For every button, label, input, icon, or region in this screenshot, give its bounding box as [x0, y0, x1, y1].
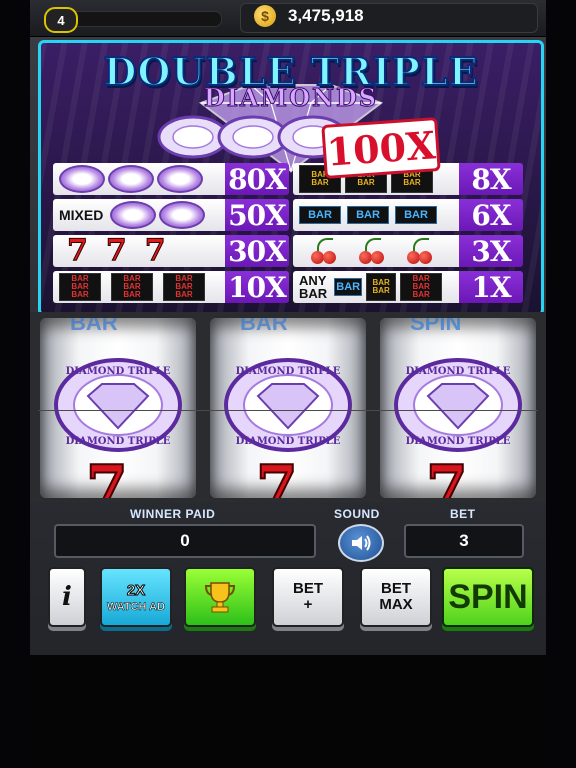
diamond-seal-icon: DIAMOND TRIPLE DIAMOND TRIPLE [224, 358, 352, 452]
coin-icon: $ [254, 5, 276, 27]
seven-icon: 7 [85, 453, 129, 498]
paytable-symbols: 7 7 7 [53, 235, 237, 267]
paytable-row-red-bars: BAR BAR BAR BAR BAR BAR BAR BAR BAR 10X [53, 271, 289, 303]
triple-bar-icon: BAR BAR BAR [163, 273, 205, 301]
winner-paid-display: 0 [54, 524, 316, 558]
paytable-symbols: BAR BAR BAR BAR BAR BAR BAR BAR BAR [53, 271, 229, 303]
bar-icon: BAR [395, 206, 437, 224]
svg-text:DIAMOND TRIPLE: DIAMOND TRIPLE [66, 436, 171, 447]
diamond-seal-icon [157, 165, 203, 193]
game-subtitle: DIAMONDS [203, 83, 379, 113]
reel-top-symbol: SPIN [410, 318, 462, 335]
cherry-icon [355, 238, 389, 264]
sound-toggle-button[interactable] [338, 524, 384, 562]
diamond-seal-icon [59, 165, 105, 193]
double-bar-icon: BAR BAR [366, 273, 397, 301]
payline [38, 410, 538, 411]
svg-text:DIAMOND TRIPLE: DIAMOND TRIPLE [406, 436, 511, 447]
diamond-seal-icon [159, 201, 206, 229]
payout-value: 10X [225, 271, 289, 303]
trophy-button[interactable] [184, 567, 256, 627]
bet-plus-button[interactable]: BET + [272, 567, 344, 627]
watch-ad-multiplier: 2X [126, 581, 146, 599]
sound-label: SOUND [334, 507, 380, 521]
payout-value: 1X [459, 271, 523, 303]
xp-progress-bar [66, 11, 222, 27]
winner-paid-label: WINNER PAID [130, 507, 216, 521]
reel-3: SPIN DIAMOND TRIPLE DIAMOND TRIPLE 7 [380, 318, 536, 498]
seven-icon: 7 [67, 235, 89, 267]
paytable-symbols: MIXED [53, 199, 229, 231]
any-bar-label: ANY BAR [299, 273, 328, 301]
svg-text:DIAMOND TRIPLE: DIAMOND TRIPLE [236, 436, 341, 447]
multiplier-badge: 100X [321, 117, 441, 179]
triple-bar-icon: BAR BAR BAR [111, 273, 153, 301]
coin-balance-box[interactable] [240, 3, 538, 33]
bottom-area [30, 655, 546, 768]
bet-display: 3 [404, 524, 524, 558]
bar-icon: BAR [334, 278, 363, 296]
bar-icon: BAR [299, 206, 341, 224]
level-badge[interactable]: 4 [44, 7, 78, 33]
paytable-symbols: ANY BAR BAR BAR BAR BAR BAR BAR [293, 271, 463, 303]
bet-max-button[interactable]: BET MAX [360, 567, 432, 627]
paytable-panel: DOUBLE TRIPLE DIAMONDS 100X 80X MIXED 50… [38, 40, 544, 316]
payout-value: 3X [459, 235, 523, 267]
seven-icon: 7 [425, 453, 469, 498]
triple-bar-icon: BAR BAR BAR [59, 273, 101, 301]
diamond-seal-icon [110, 201, 157, 229]
svg-text:DIAMOND TRIPLE: DIAMOND TRIPLE [66, 366, 171, 377]
reel-1: BAR DIAMOND TRIPLE DIAMOND TRIPLE 7 [40, 318, 196, 498]
paytable-symbols [53, 163, 229, 195]
bet-label: BET [450, 507, 476, 521]
left-border [0, 0, 30, 768]
reel-top-symbol: BAR [70, 318, 118, 335]
diamond-seal-icon: DIAMOND TRIPLE DIAMOND TRIPLE [54, 358, 182, 452]
bet-max-label-2: MAX [379, 596, 413, 613]
speaker-icon [352, 535, 371, 551]
trophy-icon [204, 582, 236, 613]
bet-plus-label: BET [293, 580, 323, 597]
bar-icon: BAR [347, 206, 389, 224]
paytable-row-mixed: MIXED 50X [53, 199, 289, 231]
payout-value: 50X [225, 199, 289, 231]
seven-icon: 7 [255, 453, 299, 498]
reel-2: BAR DIAMOND TRIPLE DIAMOND TRIPLE 7 [210, 318, 366, 498]
svg-text:DIAMOND TRIPLE: DIAMOND TRIPLE [406, 366, 511, 377]
watch-ad-label: WATCH AD [106, 600, 166, 613]
paytable-symbols [293, 235, 471, 267]
payout-value: 6X [459, 199, 523, 231]
watch-ad-content: 2X WATCH AD [106, 581, 166, 613]
cherry-icon [403, 238, 437, 264]
paytable-row-sevens: 7 7 7 30X [53, 235, 289, 267]
triple-bar-icon: BAR BAR BAR [400, 273, 443, 301]
payout-value: 30X [225, 235, 289, 267]
reel-top-symbol: BAR [240, 318, 288, 335]
paytable-row-blue-bar: BAR BAR BAR 6X [293, 199, 523, 231]
mixed-label: MIXED [59, 207, 104, 223]
bet-max-label-1: BET [381, 580, 411, 597]
coin-balance: 3,475,918 [288, 6, 364, 25]
bet-plus-sign: + [303, 596, 313, 613]
seven-icon: 7 [105, 235, 127, 267]
paytable-row-cherries: 3X [293, 235, 523, 267]
payout-value: 8X [459, 163, 523, 195]
svg-text:DIAMOND TRIPLE: DIAMOND TRIPLE [236, 366, 341, 377]
diamond-seal-icon: DIAMOND TRIPLE DIAMOND TRIPLE [394, 358, 522, 452]
paytable-row-any-bar: ANY BAR BAR BAR BAR BAR BAR BAR 1X [293, 271, 523, 303]
cherry-icon [307, 238, 341, 264]
paytable-row-diamond: 80X [53, 163, 289, 195]
diamond-seal-icon [108, 165, 154, 193]
info-button[interactable]: i [48, 567, 86, 627]
seven-icon: 7 [144, 235, 166, 267]
payout-value: 80X [225, 163, 289, 195]
watch-ad-button[interactable]: 2X WATCH AD [100, 567, 172, 627]
right-border [546, 0, 576, 768]
spin-button[interactable]: SPIN [442, 567, 534, 627]
paytable-symbols: BAR BAR BAR [293, 199, 463, 231]
